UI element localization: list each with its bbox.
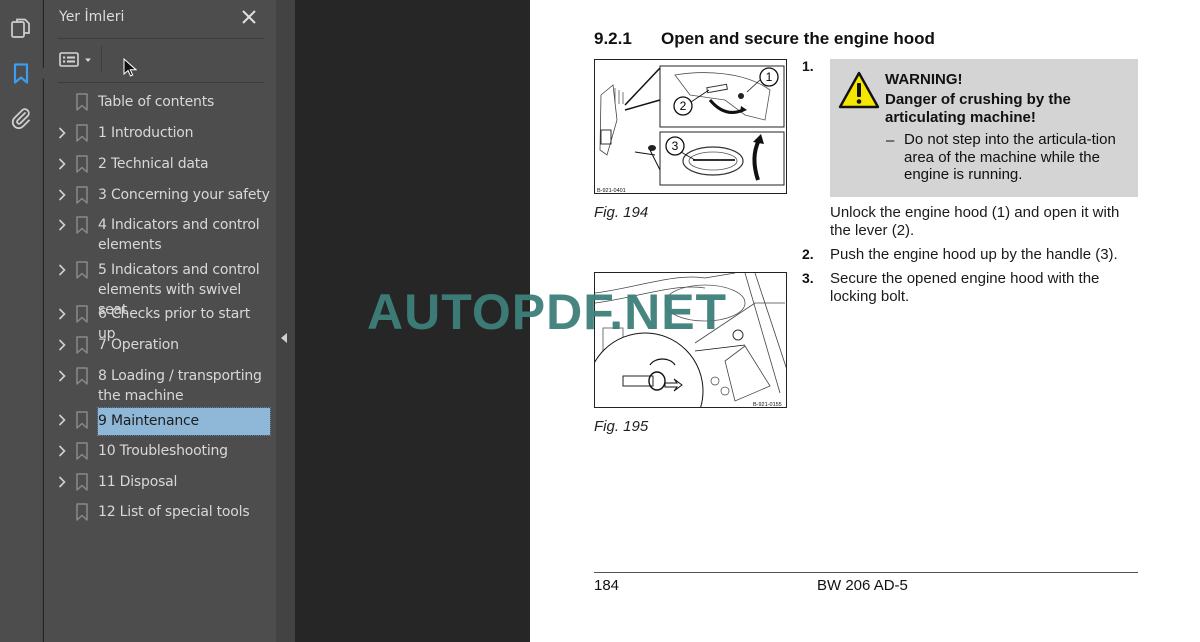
- warning-triangle-icon: [838, 71, 880, 109]
- bookmark-icon: [76, 336, 88, 354]
- bookmark-icon: [76, 367, 88, 385]
- divider: [58, 82, 264, 83]
- toolbar-separator: [101, 46, 102, 72]
- svg-text:2: 2: [680, 99, 687, 113]
- step-number: 1.: [802, 58, 814, 74]
- bookmark-icon: [76, 124, 88, 142]
- list-options-icon: [59, 52, 79, 67]
- figure-caption: Fig. 195: [594, 418, 649, 435]
- bookmark-label: 12 List of special tools: [98, 504, 250, 520]
- chevron-right-icon[interactable]: [57, 157, 67, 171]
- bookmark-icon: [76, 261, 88, 279]
- engine-hood-latch-illustration: 1 2 3 B-921-0401: [597, 65, 785, 194]
- panel-title: Yer İmleri: [59, 9, 125, 25]
- section-number: 9.2.1: [594, 29, 632, 48]
- chevron-right-icon[interactable]: [57, 307, 67, 321]
- bookmark-label: 10 Troubleshooting: [98, 443, 228, 459]
- bookmark-icon[interactable]: [9, 62, 33, 86]
- step-text: Unlock the engine hood (1) and open it w…: [830, 204, 1120, 239]
- bookmark-label: 11 Disposal: [98, 474, 178, 490]
- svg-text:3: 3: [672, 139, 679, 153]
- paperclip-icon[interactable]: [9, 106, 33, 130]
- chevron-right-icon[interactable]: [57, 413, 67, 427]
- bookmark-label: 7 Operation: [98, 337, 179, 353]
- step-number: 2.: [802, 246, 814, 262]
- chevron-right-icon[interactable]: [57, 218, 67, 232]
- warning-dash: –: [886, 132, 895, 149]
- chevron-right-icon[interactable]: [57, 338, 67, 352]
- collapse-panel-icon[interactable]: [281, 333, 287, 343]
- bookmark-label: 1 Introduction: [98, 125, 194, 141]
- page-number: 184: [594, 577, 620, 594]
- bookmark-label: 3 Concerning your safety: [98, 187, 270, 203]
- figure-code: B-921-0401: [597, 188, 626, 194]
- bookmark-icon: [76, 216, 88, 234]
- chevron-right-icon[interactable]: [57, 444, 67, 458]
- figure-caption: Fig. 194: [594, 204, 649, 221]
- bookmark-label: 8 Loading / transporting the machine: [98, 368, 262, 404]
- bookmark-icon: [76, 305, 88, 323]
- bookmark-icon: [76, 186, 88, 204]
- bookmark-icon: [76, 503, 88, 521]
- tool-rail: [0, 0, 43, 642]
- svg-text:1: 1: [766, 70, 773, 84]
- bookmark-label: 4 Indicators and control elements: [98, 217, 260, 253]
- footer-divider: [594, 572, 1138, 573]
- chevron-right-icon[interactable]: [57, 188, 67, 202]
- bookmark-label: 2 Technical data: [98, 156, 209, 172]
- close-icon: [242, 10, 256, 24]
- step-text: Push the engine hood up by the handle (3…: [830, 246, 1118, 263]
- bookmark-icon: [76, 411, 88, 429]
- bookmark-icon: [76, 442, 88, 460]
- step-text: Secure the opened engine hood with the l…: [830, 270, 1100, 305]
- figure-194: 1 2 3 B-921-0401: [594, 59, 787, 194]
- bookmarks-panel: Yer İmleri Table of contents 1 Introducti…: [44, 0, 276, 642]
- chevron-right-icon[interactable]: [57, 369, 67, 383]
- bookmark-label: Table of contents: [98, 94, 215, 110]
- section-title: Open and secure the engine hood: [661, 29, 935, 48]
- chevron-down-icon: [85, 58, 91, 62]
- chevron-right-icon[interactable]: [57, 126, 67, 140]
- step-number: 3.: [802, 270, 814, 286]
- model-name: BW 206 AD-5: [817, 577, 908, 594]
- mouse-cursor-icon: [123, 57, 138, 83]
- chevron-right-icon[interactable]: [57, 475, 67, 489]
- warning-subtitle: Danger of crushing by the articulating m…: [885, 91, 1071, 126]
- bookmark-icon: [76, 93, 88, 111]
- panel-splitter[interactable]: [276, 0, 295, 642]
- bookmark-icon: [76, 473, 88, 491]
- warning-title: WARNING!: [885, 71, 963, 88]
- watermark: AUTOPDF.NET: [367, 284, 728, 340]
- pages-icon[interactable]: [9, 16, 33, 40]
- warning-box: WARNING! Danger of crushing by the artic…: [830, 59, 1138, 197]
- warning-text: Do not step into the articula-tion area …: [904, 131, 1116, 183]
- close-panel-button[interactable]: [240, 8, 258, 26]
- bookmark-label: 9 Maintenance: [97, 407, 271, 436]
- bookmark-options-button[interactable]: [59, 48, 95, 72]
- svg-text:B-921-0155: B-921-0155: [753, 402, 782, 408]
- chevron-right-icon[interactable]: [57, 263, 67, 277]
- bookmark-icon: [76, 155, 88, 173]
- divider: [58, 38, 264, 39]
